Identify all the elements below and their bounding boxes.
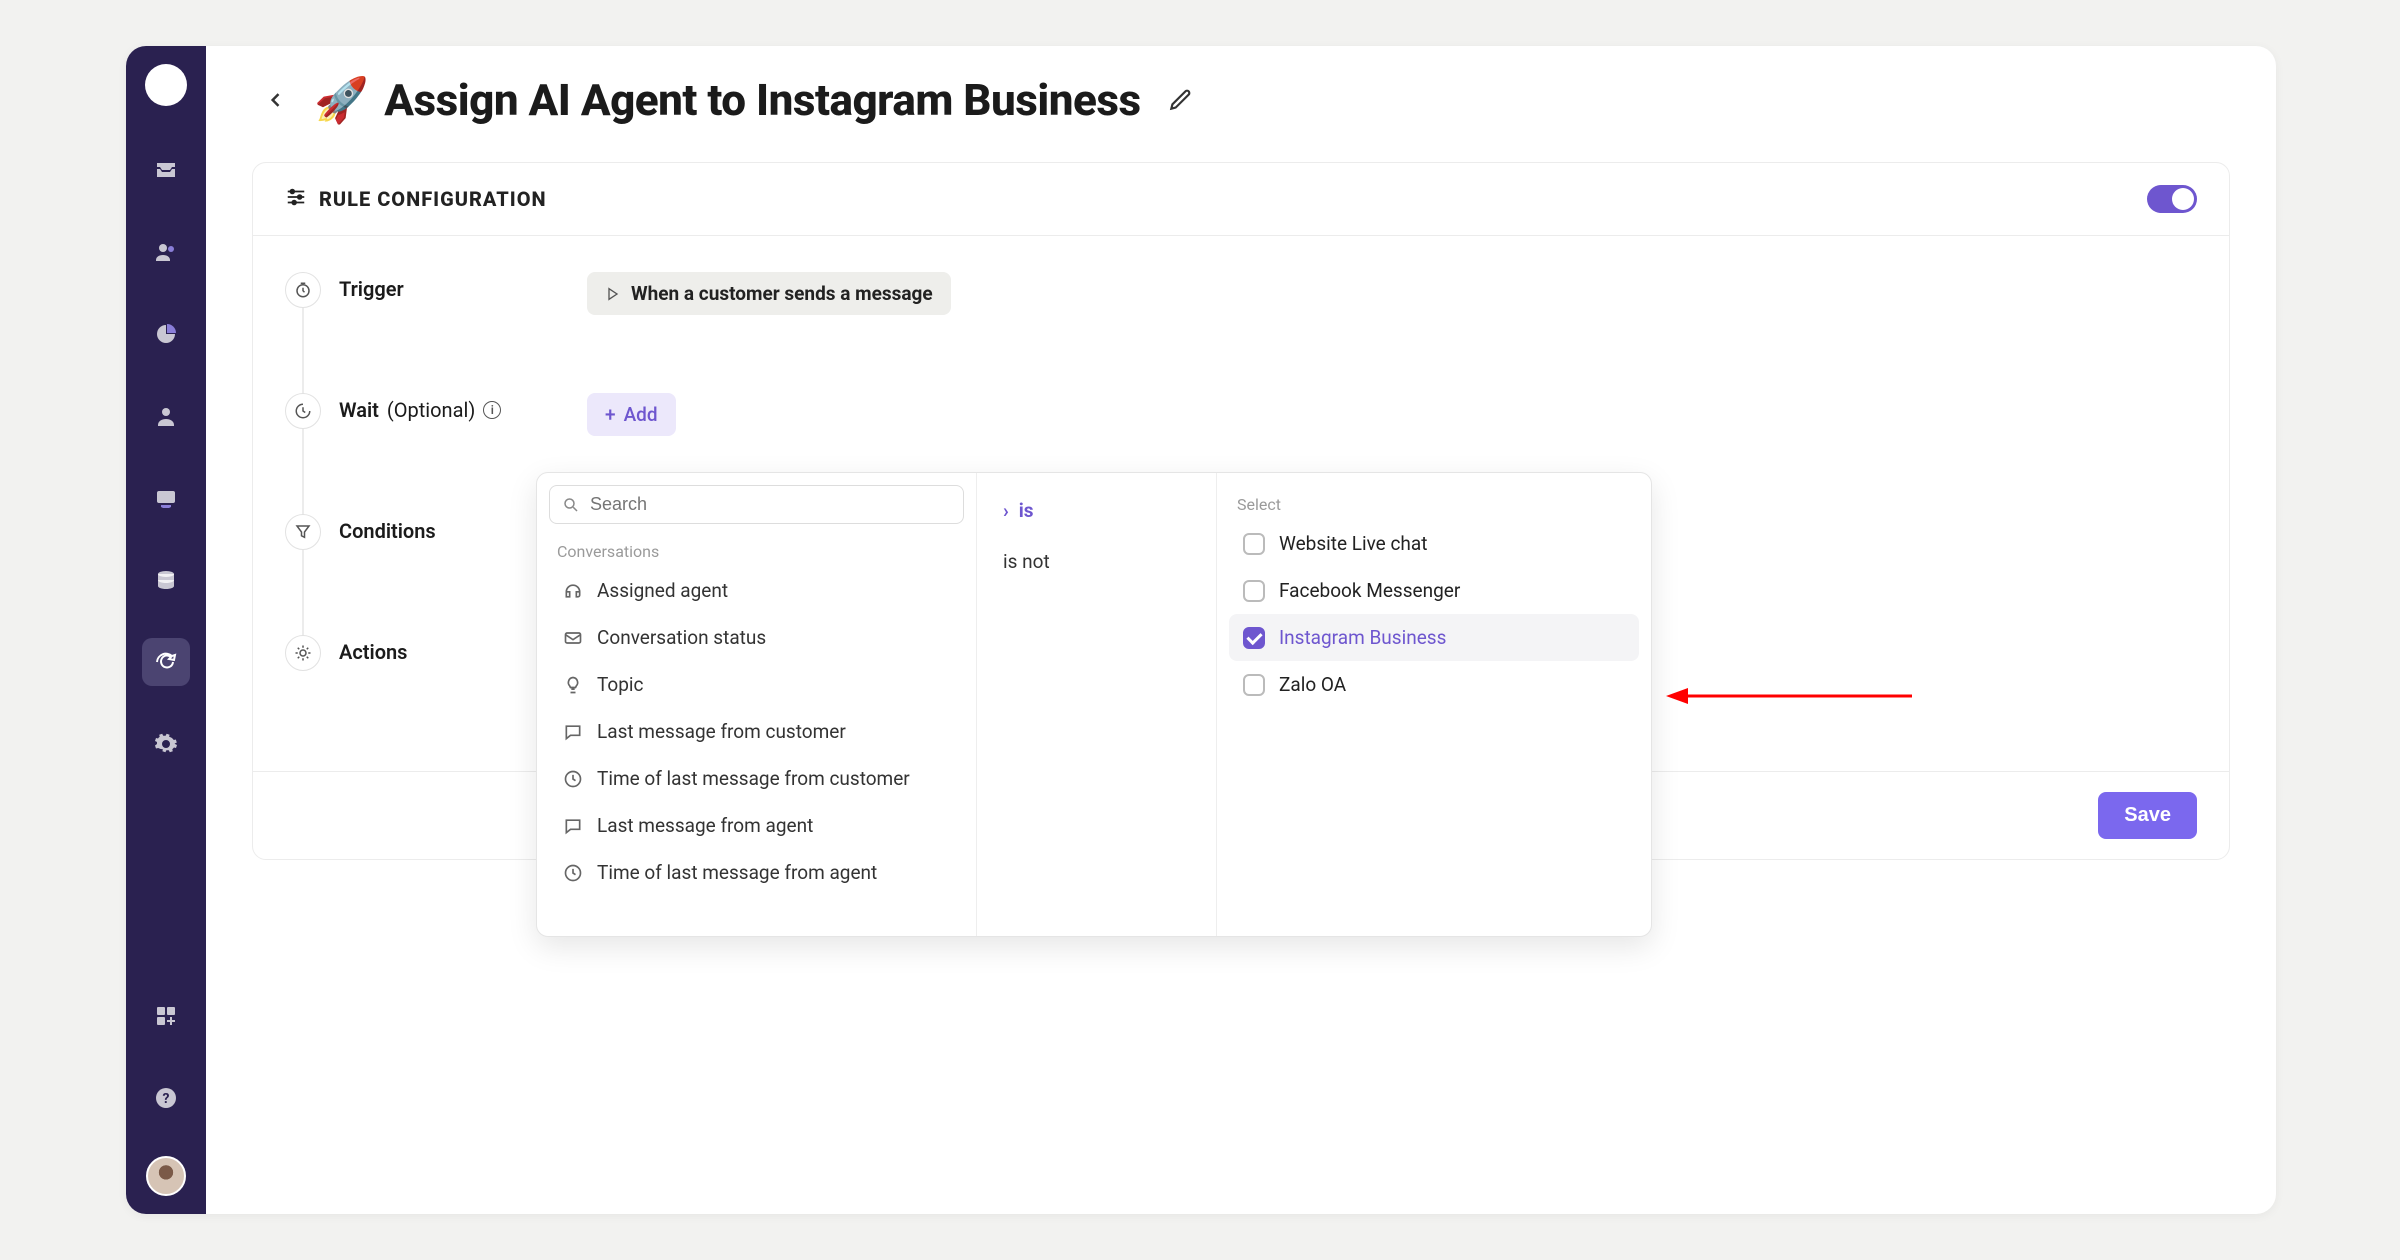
option-zalo-oa[interactable]: Zalo OA xyxy=(1229,661,1639,708)
sliders-icon xyxy=(285,186,307,212)
field-column: Conversations Assigned agent Conversatio… xyxy=(537,473,977,936)
wait-label: Wait (Optional) i xyxy=(339,393,569,422)
edit-title-button[interactable] xyxy=(1161,81,1199,119)
wait-step-icon xyxy=(285,393,321,429)
field-time-last-msg-customer[interactable]: Time of last message from customer xyxy=(549,755,964,802)
sidebar-item-inbox[interactable] xyxy=(142,146,190,194)
sidebar-item-data[interactable] xyxy=(142,556,190,604)
sidebar-item-automation[interactable] xyxy=(142,638,190,686)
field-topic[interactable]: Topic xyxy=(549,661,964,708)
checkbox-icon xyxy=(1243,580,1265,602)
field-last-msg-customer[interactable]: Last message from customer xyxy=(549,708,964,755)
field-last-msg-agent[interactable]: Last message from agent xyxy=(549,802,964,849)
conditions-step-icon xyxy=(285,514,321,550)
sidebar-item-contacts[interactable] xyxy=(142,228,190,276)
title-text: Assign AI Agent to Instagram Business xyxy=(384,74,1140,126)
option-facebook-messenger[interactable]: Facebook Messenger xyxy=(1229,567,1639,614)
card-title: RULE CONFIGURATION xyxy=(319,187,547,211)
conditions-label: Conditions xyxy=(339,514,569,543)
message-icon xyxy=(563,722,583,742)
title-emoji-icon: 🚀 xyxy=(314,74,368,126)
mail-icon xyxy=(563,628,583,648)
sidebar-item-settings[interactable] xyxy=(142,720,190,768)
trigger-label: Trigger xyxy=(339,272,569,301)
search-input-wrap[interactable] xyxy=(549,485,964,524)
sidebar-item-help[interactable]: ? xyxy=(142,1074,190,1122)
sidebar-item-campaigns[interactable] xyxy=(142,474,190,522)
rule-enabled-toggle[interactable] xyxy=(2147,185,2197,213)
operator-is[interactable]: is xyxy=(977,485,1216,536)
plus-icon: + xyxy=(605,403,616,426)
page-title: 🚀 Assign AI Agent to Instagram Business xyxy=(314,74,1141,126)
group-label: Conversations xyxy=(549,532,964,567)
field-assigned-agent[interactable]: Assigned agent xyxy=(549,567,964,614)
value-column: Select Website Live chat Facebook Messen… xyxy=(1217,473,1651,936)
clock-icon xyxy=(563,863,583,883)
actions-step-icon xyxy=(285,635,321,671)
option-website-live-chat[interactable]: Website Live chat xyxy=(1229,520,1639,567)
sidebar-item-apps[interactable] xyxy=(142,992,190,1040)
condition-builder-popover: Conversations Assigned agent Conversatio… xyxy=(536,472,1652,937)
info-icon[interactable]: i xyxy=(483,401,501,419)
message-icon xyxy=(563,816,583,836)
sidebar: ? xyxy=(126,46,206,1214)
checkbox-icon xyxy=(1243,627,1265,649)
sidebar-item-reports[interactable] xyxy=(142,310,190,358)
checkbox-icon xyxy=(1243,533,1265,555)
user-avatar[interactable] xyxy=(146,1156,186,1196)
field-conversation-status[interactable]: Conversation status xyxy=(549,614,964,661)
field-time-last-msg-agent[interactable]: Time of last message from agent xyxy=(549,849,964,896)
operator-column: is is not xyxy=(977,473,1217,936)
search-icon xyxy=(562,496,580,514)
operator-is-not[interactable]: is not xyxy=(977,536,1216,587)
main-content: 🚀 Assign AI Agent to Instagram Business … xyxy=(206,46,2276,1214)
play-icon xyxy=(605,286,621,302)
headset-icon xyxy=(563,581,583,601)
select-label: Select xyxy=(1229,485,1639,520)
checkbox-icon xyxy=(1243,674,1265,696)
wait-add-button[interactable]: + Add xyxy=(587,393,676,436)
bulb-icon xyxy=(563,675,583,695)
trigger-step-icon xyxy=(285,272,321,308)
sidebar-item-profile[interactable] xyxy=(142,392,190,440)
option-instagram-business[interactable]: Instagram Business xyxy=(1229,614,1639,661)
back-button[interactable] xyxy=(258,82,294,118)
search-input[interactable] xyxy=(590,494,951,515)
app-logo-icon xyxy=(145,64,187,106)
trigger-chip[interactable]: When a customer sends a message xyxy=(587,272,951,315)
clock-icon xyxy=(563,769,583,789)
svg-text:?: ? xyxy=(163,1091,170,1107)
rule-config-card: RULE CONFIGURATION Trigger When a custom xyxy=(252,162,2230,860)
save-button[interactable]: Save xyxy=(2098,792,2197,839)
actions-label: Actions xyxy=(339,635,569,664)
